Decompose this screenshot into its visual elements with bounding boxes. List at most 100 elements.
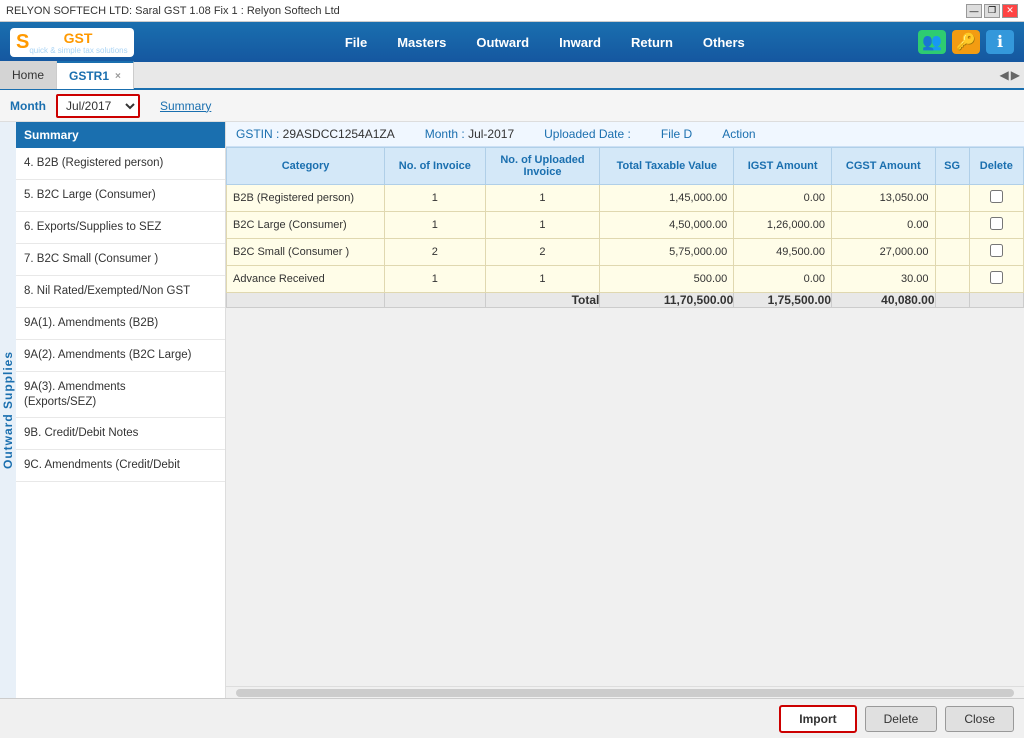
tab-next-icon[interactable]: ▶ xyxy=(1011,68,1020,82)
month-select[interactable]: Jul/2017 Aug/2017 Sep/2017 xyxy=(58,96,138,116)
sidebar-item-b2clarge[interactable]: 5. B2C Large (Consumer) xyxy=(16,180,225,212)
cell-igst: 0.00 xyxy=(734,266,832,293)
import-button[interactable]: Import xyxy=(779,705,856,733)
cell-delete xyxy=(969,266,1023,293)
table-row: B2C Large (Consumer) 1 1 4,50,000.00 1,2… xyxy=(227,212,1024,239)
cell-igst: 1,26,000.00 xyxy=(734,212,832,239)
col-no-invoice: No. of Invoice xyxy=(385,148,485,185)
nav-right: 👥 🔑 ℹ xyxy=(918,30,1014,54)
table-row: Advance Received 1 1 500.00 0.00 30.00 xyxy=(227,266,1024,293)
main-table: Category No. of Invoice No. of UploadedI… xyxy=(226,147,1024,308)
people-icon[interactable]: 👥 xyxy=(918,30,946,54)
table-wrapper: Category No. of Invoice No. of UploadedI… xyxy=(226,147,1024,686)
cell-igst: 0.00 xyxy=(734,185,832,212)
gstin-label: GSTIN : 29ASDCC1254A1ZA xyxy=(236,127,395,141)
horizontal-scrollbar[interactable] xyxy=(226,686,1024,698)
nav-outward[interactable]: Outward xyxy=(476,35,529,50)
sidebar-item-9a2[interactable]: 9A(2). Amendments (B2C Large) xyxy=(16,340,225,372)
sidebar-item-9a3[interactable]: 9A(3). Amendments(Exports/SEZ) xyxy=(16,372,225,419)
cell-delete xyxy=(969,185,1023,212)
cell-igst: 49,500.00 xyxy=(734,239,832,266)
delete-checkbox[interactable] xyxy=(990,244,1003,257)
title-controls: — ❐ ✕ xyxy=(966,4,1018,18)
cell-delete xyxy=(969,212,1023,239)
cell-category: B2C Large (Consumer) xyxy=(227,212,385,239)
tab-close-icon[interactable]: × xyxy=(115,71,121,82)
sidebar-item-exports[interactable]: 6. Exports/Supplies to SEZ xyxy=(16,212,225,244)
cell-no-invoice: 2 xyxy=(385,239,485,266)
cell-cgst: 13,050.00 xyxy=(832,185,936,212)
logo-area: S SaralGST quick & simple tax solutions xyxy=(10,28,142,57)
logo-s-icon: S xyxy=(16,31,29,54)
close-button[interactable]: Close xyxy=(945,706,1014,732)
month-bar: Month Jul/2017 Aug/2017 Sep/2017 Summary xyxy=(0,90,1024,122)
nav-return[interactable]: Return xyxy=(631,35,673,50)
logo-gst: GST xyxy=(64,30,93,46)
total-label-cell: Total xyxy=(485,293,600,308)
delete-button[interactable]: Delete xyxy=(865,706,938,732)
sidebar-item-9a1[interactable]: 9A(1). Amendments (B2B) xyxy=(16,308,225,340)
cell-no-uploaded: 1 xyxy=(485,185,600,212)
info-bar: GSTIN : 29ASDCC1254A1ZA Month : Jul-2017… xyxy=(226,122,1024,147)
total-cgst: 40,080.00 xyxy=(832,293,936,308)
sidebar-item-9c[interactable]: 9C. Amendments (Credit/Debit xyxy=(16,450,225,482)
delete-checkbox[interactable] xyxy=(990,217,1003,230)
cell-no-invoice: 1 xyxy=(385,185,485,212)
cell-delete xyxy=(969,239,1023,266)
filed-info: File D xyxy=(661,127,692,141)
cell-cgst: 30.00 xyxy=(832,266,936,293)
cell-total-taxable: 5,75,000.00 xyxy=(600,239,734,266)
summary-link[interactable]: Summary xyxy=(160,99,211,113)
nav-bar: S SaralGST quick & simple tax solutions … xyxy=(0,22,1024,62)
table-row: B2C Small (Consumer ) 2 2 5,75,000.00 49… xyxy=(227,239,1024,266)
nav-masters[interactable]: Masters xyxy=(397,35,446,50)
action-info: Action xyxy=(722,127,755,141)
main-layout: Outward Supplies Summary 4. B2B (Registe… xyxy=(0,122,1024,698)
tab-gstr1[interactable]: GSTR1 × xyxy=(57,61,134,89)
cell-cgst: 0.00 xyxy=(832,212,936,239)
cell-category: B2B (Registered person) xyxy=(227,185,385,212)
delete-checkbox[interactable] xyxy=(990,190,1003,203)
cell-no-uploaded: 1 xyxy=(485,212,600,239)
total-sg xyxy=(935,293,969,308)
cell-no-uploaded: 2 xyxy=(485,239,600,266)
col-total-taxable: Total Taxable Value xyxy=(600,148,734,185)
minimize-button[interactable]: — xyxy=(966,4,982,18)
restore-button[interactable]: ❐ xyxy=(984,4,1000,18)
table-row: B2B (Registered person) 1 1 1,45,000.00 … xyxy=(227,185,1024,212)
key-icon[interactable]: 🔑 xyxy=(952,30,980,54)
cell-category: Advance Received xyxy=(227,266,385,293)
logo-subtitle: quick & simple tax solutions xyxy=(29,46,127,55)
total-igst: 1,75,500.00 xyxy=(734,293,832,308)
sidebar-item-nilrated[interactable]: 8. Nil Rated/Exempted/Non GST xyxy=(16,276,225,308)
total-taxable: 11,70,500.00 xyxy=(600,293,734,308)
cell-sg xyxy=(935,212,969,239)
sidebar-item-b2b[interactable]: 4. B2B (Registered person) xyxy=(16,148,225,180)
cell-sg xyxy=(935,239,969,266)
bottom-bar: Import Delete Close xyxy=(0,698,1024,738)
sidebar-header: Summary xyxy=(16,122,225,148)
nav-inward[interactable]: Inward xyxy=(559,35,601,50)
total-label xyxy=(227,293,385,308)
gstin-value: 29ASDCC1254A1ZA xyxy=(283,127,395,141)
cell-no-invoice: 1 xyxy=(385,212,485,239)
tab-home[interactable]: Home xyxy=(0,61,57,89)
cell-total-taxable: 500.00 xyxy=(600,266,734,293)
col-no-uploaded: No. of UploadedInvoice xyxy=(485,148,600,185)
cell-sg xyxy=(935,266,969,293)
tab-prev-icon[interactable]: ◀ xyxy=(1000,68,1009,82)
cell-category: B2C Small (Consumer ) xyxy=(227,239,385,266)
sidebar-item-9b[interactable]: 9B. Credit/Debit Notes xyxy=(16,418,225,450)
sidebar-item-b2csmall[interactable]: 7. B2C Small (Consumer ) xyxy=(16,244,225,276)
info-icon[interactable]: ℹ xyxy=(986,30,1014,54)
delete-checkbox[interactable] xyxy=(990,271,1003,284)
nav-file[interactable]: File xyxy=(345,35,367,50)
main-content: GSTIN : 29ASDCC1254A1ZA Month : Jul-2017… xyxy=(226,122,1024,698)
cell-cgst: 27,000.00 xyxy=(832,239,936,266)
col-category: Category xyxy=(227,148,385,185)
sidebar: Summary 4. B2B (Registered person) 5. B2… xyxy=(16,122,226,698)
nav-others[interactable]: Others xyxy=(703,35,745,50)
nav-menu: File Masters Outward Inward Return Other… xyxy=(172,35,918,50)
close-window-button[interactable]: ✕ xyxy=(1002,4,1018,18)
scrollbar-thumb xyxy=(236,689,1014,697)
